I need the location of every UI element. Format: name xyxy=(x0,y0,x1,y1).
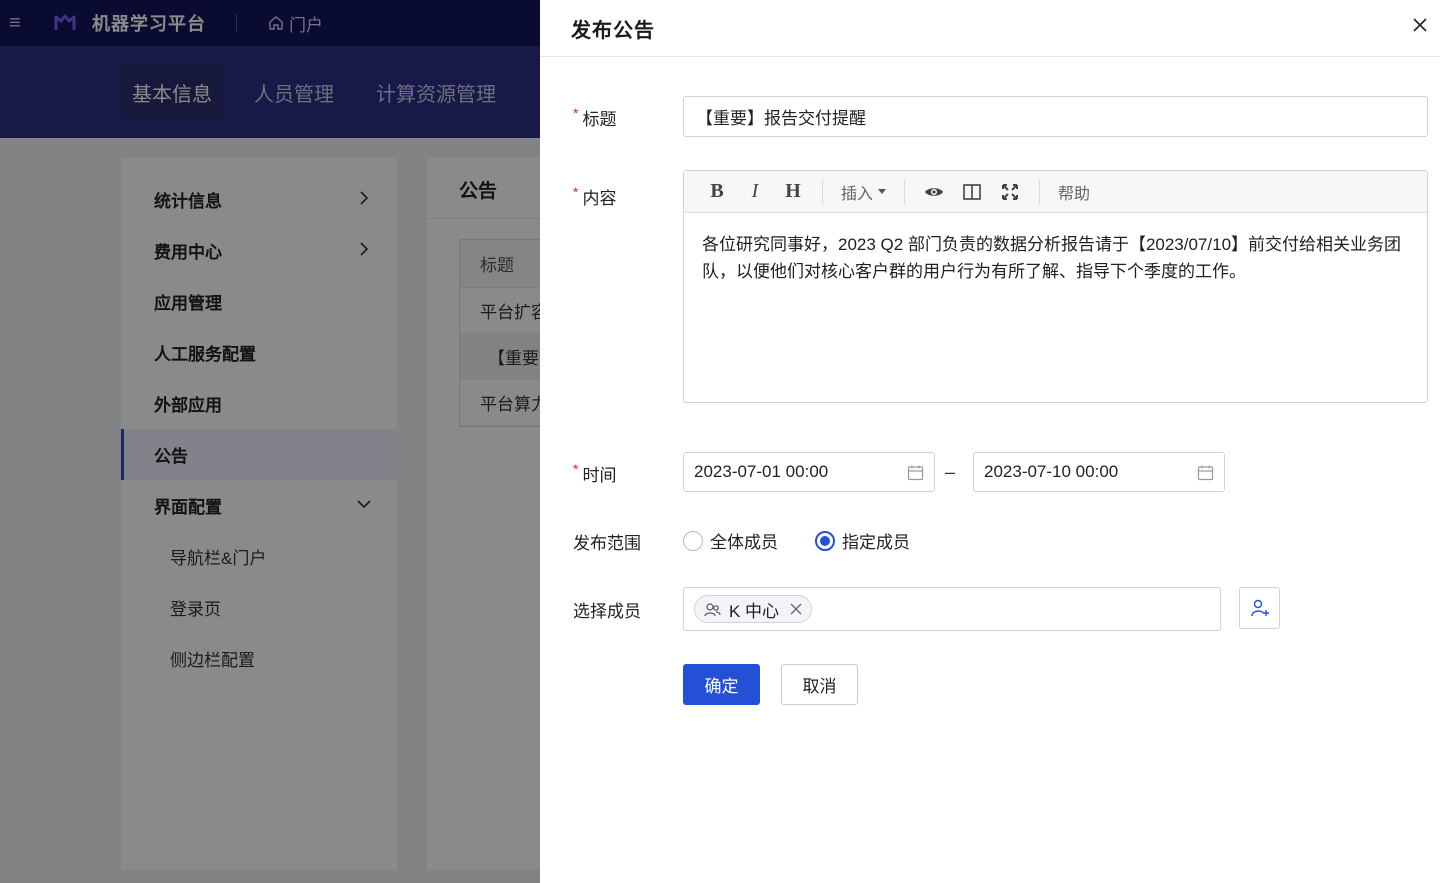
publish-announcement-drawer: 发布公告 * 标题 【重要】报告交付提醒 * 内容 B I H 插入 帮助 各位… xyxy=(540,0,1440,883)
end-date-value: 2023-07-10 00:00 xyxy=(984,462,1119,481)
member-tag-label: K 中心 xyxy=(729,601,780,621)
markdown-editor: B I H 插入 帮助 各位研究同事好，2023 Q2 部门负责的数据分析报告请… xyxy=(683,170,1428,403)
title-label: * 标题 xyxy=(573,105,617,129)
heading-button[interactable]: H xyxy=(774,177,812,207)
radio-circle xyxy=(683,530,703,551)
member-select-input[interactable]: K 中心 xyxy=(683,587,1221,631)
toolbar-divider xyxy=(904,179,906,204)
preview-button[interactable] xyxy=(915,177,953,207)
title-input[interactable]: 【重要】报告交付提醒 xyxy=(683,96,1428,137)
scope-label: 发布范围 xyxy=(573,534,641,553)
split-view-button[interactable] xyxy=(953,177,991,207)
columns-icon xyxy=(963,183,981,200)
content-label: * 内容 xyxy=(573,184,617,208)
scope-radio-group: 全体成员 指定成员 xyxy=(683,528,947,553)
radio-circle-checked xyxy=(815,530,835,551)
radio-label: 全体成员 xyxy=(710,533,778,552)
add-user-icon xyxy=(1250,599,1269,617)
toolbar-divider xyxy=(1039,179,1041,204)
cancel-button[interactable]: 取消 xyxy=(781,664,858,705)
italic-button[interactable]: I xyxy=(736,177,774,207)
date-range-separator: – xyxy=(945,462,956,482)
members-label: 选择成员 xyxy=(573,602,641,621)
editor-toolbar: B I H 插入 帮助 xyxy=(684,171,1427,213)
calendar-icon xyxy=(907,465,924,480)
fullscreen-icon xyxy=(1002,183,1019,200)
calendar-icon xyxy=(1197,465,1214,480)
end-date-input[interactable]: 2023-07-10 00:00 xyxy=(973,452,1225,492)
help-button[interactable]: 帮助 xyxy=(1050,180,1098,204)
eye-icon xyxy=(925,187,944,196)
bold-button[interactable]: B xyxy=(698,177,736,207)
radio-specified-members[interactable]: 指定成员 xyxy=(815,528,910,553)
radio-all-members[interactable]: 全体成员 xyxy=(683,528,778,553)
drawer-title: 发布公告 xyxy=(571,19,655,42)
close-icon[interactable] xyxy=(1410,15,1430,35)
member-tag: K 中心 xyxy=(694,595,813,623)
insert-dropdown[interactable]: 插入 xyxy=(833,180,894,204)
start-date-input[interactable]: 2023-07-01 00:00 xyxy=(683,452,935,492)
required-mark: * xyxy=(573,461,579,477)
start-date-value: 2023-07-01 00:00 xyxy=(694,462,829,481)
toolbar-divider xyxy=(822,179,823,204)
required-mark: * xyxy=(573,184,579,200)
editor-content[interactable]: 各位研究同事好，2023 Q2 部门负责的数据分析报告请于【2023/07/10… xyxy=(684,213,1427,303)
time-label: * 时间 xyxy=(573,461,617,485)
confirm-button[interactable]: 确定 xyxy=(683,664,760,705)
add-member-button[interactable] xyxy=(1239,587,1280,629)
required-mark: * xyxy=(573,105,579,121)
drawer-header: 发布公告 xyxy=(540,0,1440,57)
radio-label: 指定成员 xyxy=(842,533,910,552)
user-group-icon xyxy=(704,602,721,616)
title-input-value: 【重要】报告交付提醒 xyxy=(696,109,866,128)
fullscreen-button[interactable] xyxy=(991,177,1029,207)
caret-down-icon xyxy=(878,189,887,194)
tag-remove-icon[interactable] xyxy=(789,602,803,616)
